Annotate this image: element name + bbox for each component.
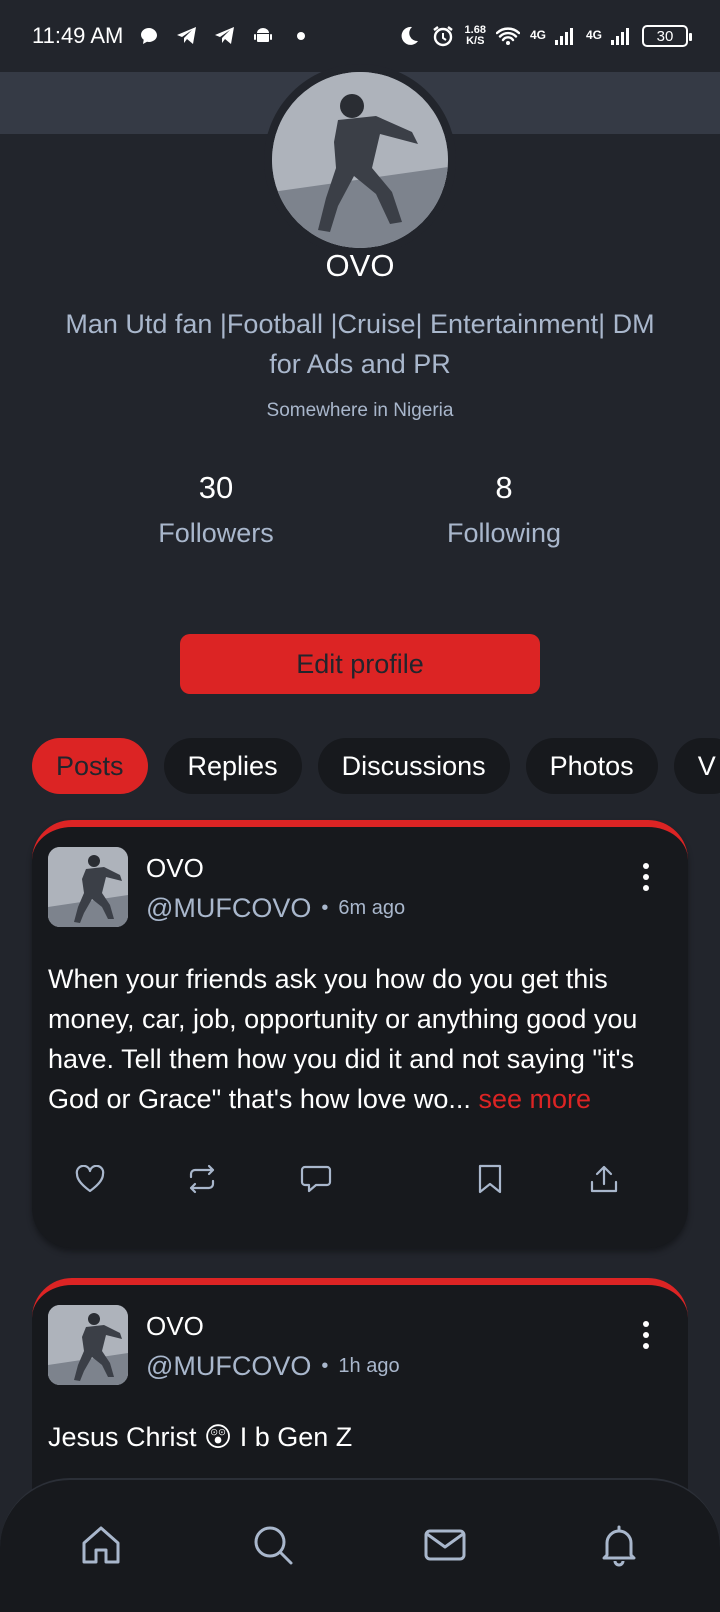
post-card[interactable]: OVO @MUFCOVO • 6m ago When your friends …	[32, 820, 688, 1248]
more-options-icon[interactable]	[634, 1315, 658, 1355]
post-author-name[interactable]: OVO	[146, 853, 204, 884]
home-icon[interactable]	[78, 1522, 124, 1568]
mail-icon[interactable]	[422, 1522, 468, 1568]
followers-label: Followers	[158, 518, 274, 548]
profile-avatar[interactable]	[264, 64, 456, 256]
following-label: Following	[446, 518, 562, 548]
moon-icon	[397, 24, 421, 48]
battery-icon: 30	[642, 25, 692, 47]
meta-separator: •	[321, 1355, 329, 1377]
post-handle[interactable]: @MUFCOVO	[146, 1351, 311, 1382]
post-meta: @MUFCOVO • 1h ago	[146, 1351, 400, 1382]
post-body: When your friends ask you how do you get…	[48, 959, 664, 1119]
signal-icon	[552, 24, 576, 48]
post-avatar[interactable]	[48, 1305, 128, 1385]
bell-icon[interactable]	[596, 1522, 642, 1568]
following-stat[interactable]: 8 Following	[394, 470, 614, 549]
avatar-photo	[272, 72, 448, 248]
telegram-icon	[213, 24, 237, 48]
post-actions	[32, 1159, 688, 1209]
telegram-icon	[175, 24, 199, 48]
post-timestamp: 1h ago	[338, 1355, 400, 1377]
profile-tabs: Posts Replies Discussions Photos V	[32, 738, 720, 794]
meta-separator: •	[321, 897, 329, 919]
bookmark-icon[interactable]	[470, 1159, 510, 1199]
notification-dot-icon	[289, 24, 313, 48]
see-more-link[interactable]: see more	[478, 1084, 591, 1114]
tab-posts[interactable]: Posts	[32, 738, 148, 794]
network-type: 4G	[585, 28, 602, 42]
profile-location: Somewhere in Nigeria	[266, 400, 454, 421]
heart-icon[interactable]	[70, 1159, 110, 1199]
network-type: 4G	[529, 28, 546, 42]
net-speed: 1.68 K/S	[465, 25, 486, 47]
more-options-icon[interactable]	[634, 857, 658, 897]
tab-replies[interactable]: Replies	[163, 738, 302, 794]
bottom-navigation	[0, 1478, 720, 1612]
status-bar: 11:49 AM 1.68 K/S 4G 4G 30	[0, 0, 720, 72]
post-text: Jesus Christ 😲 I b Gen Z	[48, 1422, 353, 1452]
post-avatar[interactable]	[48, 847, 128, 927]
chat-bubble-icon	[137, 24, 161, 48]
signal-icon	[608, 24, 632, 48]
wifi-icon	[495, 24, 520, 48]
tab-photos[interactable]: Photos	[525, 738, 658, 794]
following-count: 8	[495, 470, 513, 505]
alarm-icon	[431, 24, 455, 48]
edit-profile-button[interactable]: Edit profile	[180, 634, 540, 694]
post-author-name[interactable]: OVO	[146, 1311, 204, 1342]
search-icon[interactable]	[250, 1522, 296, 1568]
post-handle[interactable]: @MUFCOVO	[146, 893, 311, 924]
tab-videos[interactable]: V	[673, 738, 720, 794]
share-icon[interactable]	[584, 1159, 624, 1199]
followers-stat[interactable]: 30 Followers	[106, 470, 326, 549]
post-body: Jesus Christ 😲 I b Gen Z	[48, 1417, 664, 1457]
profile-name: OVO	[325, 248, 395, 283]
android-icon	[251, 24, 275, 48]
tab-discussions[interactable]: Discussions	[317, 738, 510, 794]
profile-bio: Man Utd fan |Football |Cruise| Entertain…	[65, 309, 655, 379]
status-time: 11:49 AM	[32, 23, 124, 48]
post-timestamp: 6m ago	[338, 897, 406, 919]
post-meta: @MUFCOVO • 6m ago	[146, 893, 405, 924]
repost-icon[interactable]	[182, 1159, 222, 1199]
followers-count: 30	[198, 470, 234, 505]
net-speed-unit: K/S	[466, 35, 485, 47]
comment-icon[interactable]	[296, 1159, 336, 1199]
